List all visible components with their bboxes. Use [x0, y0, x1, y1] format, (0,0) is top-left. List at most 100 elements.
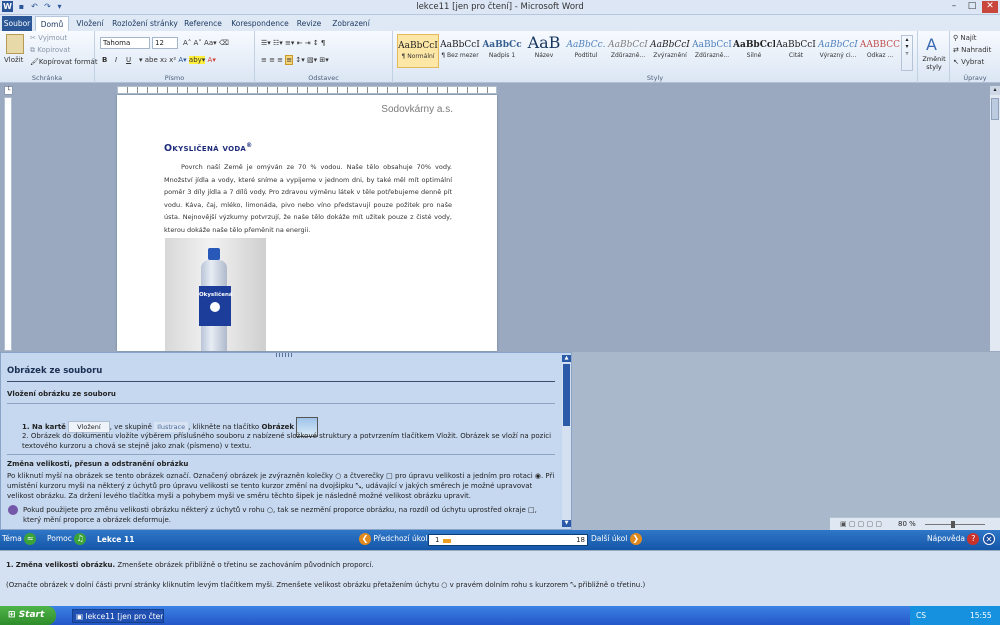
style-item[interactable]: AaBbCcI Citát: [775, 34, 817, 68]
tutorial-scroll-down-icon[interactable]: ▼: [562, 520, 571, 527]
font-effects-icons[interactable]: ▾ abe x₂ x² A▾ aby▾ A▾: [139, 55, 216, 66]
help-button[interactable]: Pomoc ♫: [47, 533, 87, 545]
replace-button[interactable]: ⇄ Nahradit: [953, 45, 991, 56]
align-icons[interactable]: ≡ ≡ ≡ ≡ ↕▾ ▧▾ ⊞▾: [261, 55, 329, 66]
hint-button[interactable]: Nápověda ?: [927, 533, 980, 545]
tab-references[interactable]: Reference: [182, 16, 224, 31]
tab-page-layout[interactable]: Rozložení stránky: [112, 16, 178, 31]
proportion-note: Pokud použijete pro změnu velikosti obrá…: [23, 506, 537, 524]
task-description: Zmenšete obrázek přibližně o třetinu se …: [117, 561, 374, 569]
zoom-slider[interactable]: [925, 524, 985, 525]
tab-view[interactable]: Zobrazení: [328, 16, 374, 31]
ruler-ticks: [118, 87, 496, 93]
tab-home[interactable]: Domů: [35, 16, 69, 31]
replace-label: Nahradit: [961, 46, 992, 54]
tab-insert[interactable]: Vložení: [72, 16, 108, 31]
format-painter-button[interactable]: 🖌Kopírovat formát: [30, 57, 98, 68]
panel-splitter-grip[interactable]: [276, 353, 292, 357]
tutorial-scroll-up-icon[interactable]: ▲: [562, 355, 571, 362]
style-item[interactable]: AaBbCc Nadpis 1: [481, 34, 523, 68]
copy-button[interactable]: ⧉ Kopírovat: [30, 45, 70, 56]
heading-text: Okysličená voda: [164, 143, 247, 155]
close-lesson-button[interactable]: ✕: [983, 533, 995, 545]
start-button[interactable]: ⊞ Start: [0, 606, 56, 625]
list-icons[interactable]: ☰▾ ☷▾ ≡▾ ⇤ ⇥ ↕ ¶: [261, 38, 325, 49]
style-item[interactable]: AaBbCcI ¶ Bez mezer: [439, 34, 481, 68]
underline-button[interactable]: U: [126, 55, 131, 66]
font-grow-icon[interactable]: A˄ A˅ Aa▾ ⌫: [183, 38, 229, 49]
taskbar-word-item[interactable]: ▣ lekce11 [jen pro čtení]...: [72, 609, 164, 623]
zoom-slider-thumb[interactable]: [951, 521, 955, 528]
tutorial-scrollbar[interactable]: ▲ ▼: [562, 355, 571, 527]
font-size-select[interactable]: 12: [152, 37, 178, 49]
next-task-button[interactable]: Další úkol ❯: [591, 533, 642, 545]
previous-task-button[interactable]: ❮ Předchozí úkol: [359, 533, 427, 545]
format-painter-label: Kopírovat formát: [38, 58, 98, 66]
bold-button[interactable]: B: [102, 55, 107, 66]
step-2: 2. Obrázek do dokumentu vložíte výběrem …: [22, 432, 552, 450]
ribbon-tabs: Soubor Domů Vložení Rozložení stránky Re…: [0, 15, 1000, 31]
paste-icon[interactable]: [6, 34, 24, 54]
system-tray: CS 15:55: [910, 606, 1000, 625]
style-item[interactable]: AaBbCcI Výrazný ci...: [817, 34, 859, 68]
style-sample: AaBbCcI: [440, 40, 480, 50]
zoom-level[interactable]: 80 %: [898, 520, 916, 528]
tutorial-scroll-thumb[interactable]: [563, 364, 570, 426]
scroll-up-icon[interactable]: ▴: [990, 86, 1000, 95]
font-name-select[interactable]: Tahoma: [100, 37, 150, 49]
horizontal-ruler[interactable]: [117, 86, 497, 94]
close-button[interactable]: ✕: [982, 1, 998, 13]
tab-file[interactable]: Soubor: [2, 16, 32, 31]
title-bar: W ▪ ↶ ↷ ▾ lekce11 [jen pro čtení] - Micr…: [0, 0, 1000, 15]
topic-button[interactable]: Téma ≈: [2, 533, 37, 545]
lesson-label: Lekce 11: [97, 535, 135, 544]
style-item[interactable]: AaBbCcI Zdůrazně...: [691, 34, 733, 68]
paste-button[interactable]: Vložit: [4, 55, 23, 66]
bottle-image[interactable]: Okysličená: [165, 238, 266, 351]
style-item[interactable]: AaB Název: [523, 34, 565, 68]
style-item[interactable]: AaBbCcI Zdůrazně...: [607, 34, 649, 68]
tab-selector-icon[interactable]: └: [4, 86, 13, 95]
italic-button[interactable]: I: [115, 55, 117, 66]
style-name: ¶ Bez mezer: [441, 52, 479, 59]
step-1-a: 1. Na kartě: [22, 423, 66, 431]
style-item[interactable]: AaBbCcI Zvýraznění: [649, 34, 691, 68]
change-styles-icon[interactable]: A: [926, 35, 937, 54]
change-styles-button[interactable]: Změnit styly: [920, 55, 948, 71]
cut-label: Vyjmout: [38, 34, 68, 42]
tab-review[interactable]: Revize: [294, 16, 324, 31]
cut-button[interactable]: ✂ Vyjmout: [30, 33, 67, 44]
copy-label: Kopírovat: [37, 46, 71, 54]
style-item[interactable]: AABBCC Odkaz ...: [859, 34, 901, 68]
styles-group-label: Styly: [646, 74, 664, 82]
find-button[interactable]: ⚲ Najít: [953, 33, 977, 44]
style-item[interactable]: AaBbCcI Silné: [733, 34, 775, 68]
maximize-button[interactable]: □: [964, 1, 980, 13]
select-button[interactable]: ↖ Vybrat: [953, 57, 984, 68]
scroll-thumb[interactable]: [991, 98, 999, 120]
registered-mark: ®: [246, 142, 253, 149]
vertical-scrollbar[interactable]: ▴: [990, 86, 1000, 351]
vertical-ruler[interactable]: [4, 97, 12, 351]
task-title: Změna velikosti obrázku.: [15, 561, 116, 569]
view-buttons[interactable]: ▣ ▢ ▢ ▢ ▢: [840, 520, 882, 528]
taskbar-item-label: lekce11 [jen pro čtení]...: [85, 612, 164, 621]
tab-mailings[interactable]: Korespondence: [228, 16, 292, 31]
resize-paragraph: Po kliknutí myší na obrázek se tento obr…: [7, 472, 555, 500]
step-1-b: , ve skupině: [109, 423, 152, 431]
bottle-body: Okysličená: [199, 260, 233, 351]
style-item[interactable]: AaBbCcI ¶ Normální: [397, 34, 439, 68]
paragraph-group-label: Odstavec: [308, 74, 339, 82]
help-label: Pomoc: [47, 534, 72, 543]
minimize-button[interactable]: –: [946, 1, 962, 13]
style-item[interactable]: AaBbCc. Podtitul: [565, 34, 607, 68]
document-page[interactable]: Sodovkárny a.s. Okysličená voda® Povrch …: [117, 95, 497, 351]
picture-button-label: Obrázek: [261, 423, 295, 431]
replace-icon: ⇄: [953, 46, 962, 54]
language-indicator[interactable]: CS: [916, 611, 926, 620]
hint-label: Nápověda: [927, 534, 965, 543]
window-title: lekce11 [jen pro čtení] - Microsoft Word: [416, 2, 584, 12]
style-name: Zdůrazně...: [610, 52, 646, 59]
document-heading: Okysličená voda®: [164, 142, 252, 154]
styles-more-icon[interactable]: ▴ ▾ ▿: [901, 35, 913, 71]
